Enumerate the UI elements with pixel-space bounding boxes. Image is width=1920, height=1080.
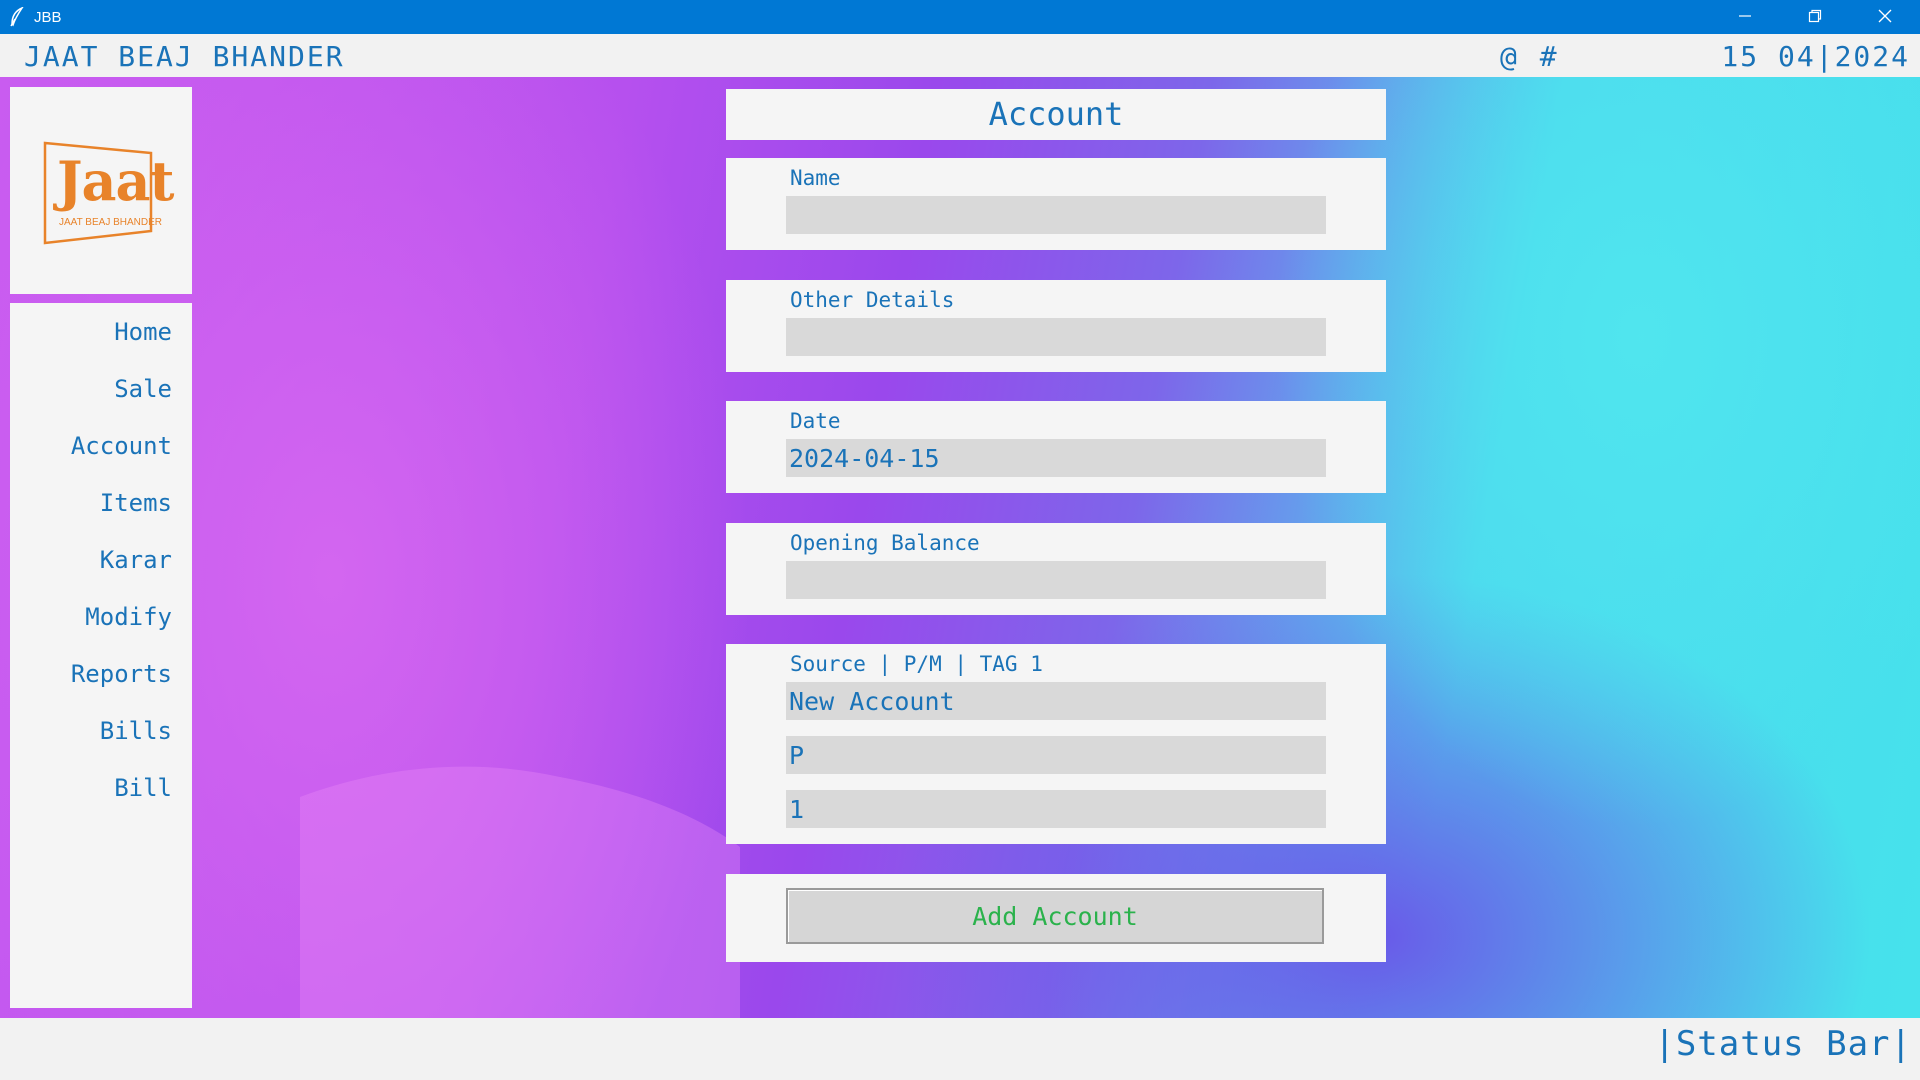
minimize-button[interactable] [1710,0,1780,34]
sidebar-item-bills[interactable]: Bills [10,703,192,760]
tag-input[interactable] [786,790,1326,828]
date-card: Date [726,401,1386,493]
sidebar-item-reports[interactable]: Reports [10,646,192,703]
date-label: Date [790,409,841,433]
status-bar: |Status Bar| [0,1018,1920,1080]
sidebar-item-account[interactable]: Account [10,418,192,475]
submit-card: Add Account [726,874,1386,962]
sidebar-item-sale[interactable]: Sale [10,361,192,418]
sidebar-item-karar[interactable]: Karar [10,532,192,589]
date-input[interactable] [786,439,1326,477]
sidebar-item-items[interactable]: Items [10,475,192,532]
logo-panel: Jaat JAAT BEAJ BHANDER [10,87,192,294]
opening-balance-label: Opening Balance [790,531,980,555]
brand-logo: Jaat JAAT BEAJ BHANDER [31,131,174,251]
name-card: Name [726,158,1386,250]
header-date: 15 04|2024 [1721,40,1910,73]
page-title: Account [726,89,1386,140]
status-text: |Status Bar| [1654,1024,1912,1064]
sidebar-item-home[interactable]: Home [10,304,192,361]
other-details-label: Other Details [790,288,955,312]
name-input[interactable] [786,196,1326,234]
source-card: Source | P/M | TAG 1 [726,644,1386,844]
source-label: Source | P/M | TAG 1 [790,652,1043,676]
app-name: JAAT BEAJ BHANDER [24,40,345,73]
close-icon [1878,8,1892,27]
minimize-icon [1738,8,1752,27]
feather-icon [0,0,34,34]
name-label: Name [790,166,841,190]
restore-icon [1808,8,1822,27]
source-input[interactable] [786,682,1326,720]
logo-tagline: JAAT BEAJ BHANDER [59,216,162,228]
pm-input[interactable] [786,736,1326,774]
window-title-bar: JBB [0,0,1920,34]
opening-balance-input[interactable] [786,561,1326,599]
logo-word: Jaat [57,148,174,213]
app-header: JAAT BEAJ BHANDER @ # 15 04|2024 [0,34,1920,77]
header-symbols: @ # [1500,40,1557,73]
window-title: JBB [34,8,62,26]
add-account-button[interactable]: Add Account [786,888,1324,944]
sidebar-item-bill[interactable]: Bill [10,760,192,817]
close-button[interactable] [1850,0,1920,34]
opening-balance-card: Opening Balance [726,523,1386,615]
other-details-input[interactable] [786,318,1326,356]
other-details-card: Other Details [726,280,1386,372]
sidebar-nav: Home Sale Account Items Karar Modify Rep… [10,303,192,1008]
sidebar-item-modify[interactable]: Modify [10,589,192,646]
restore-button[interactable] [1780,0,1850,34]
